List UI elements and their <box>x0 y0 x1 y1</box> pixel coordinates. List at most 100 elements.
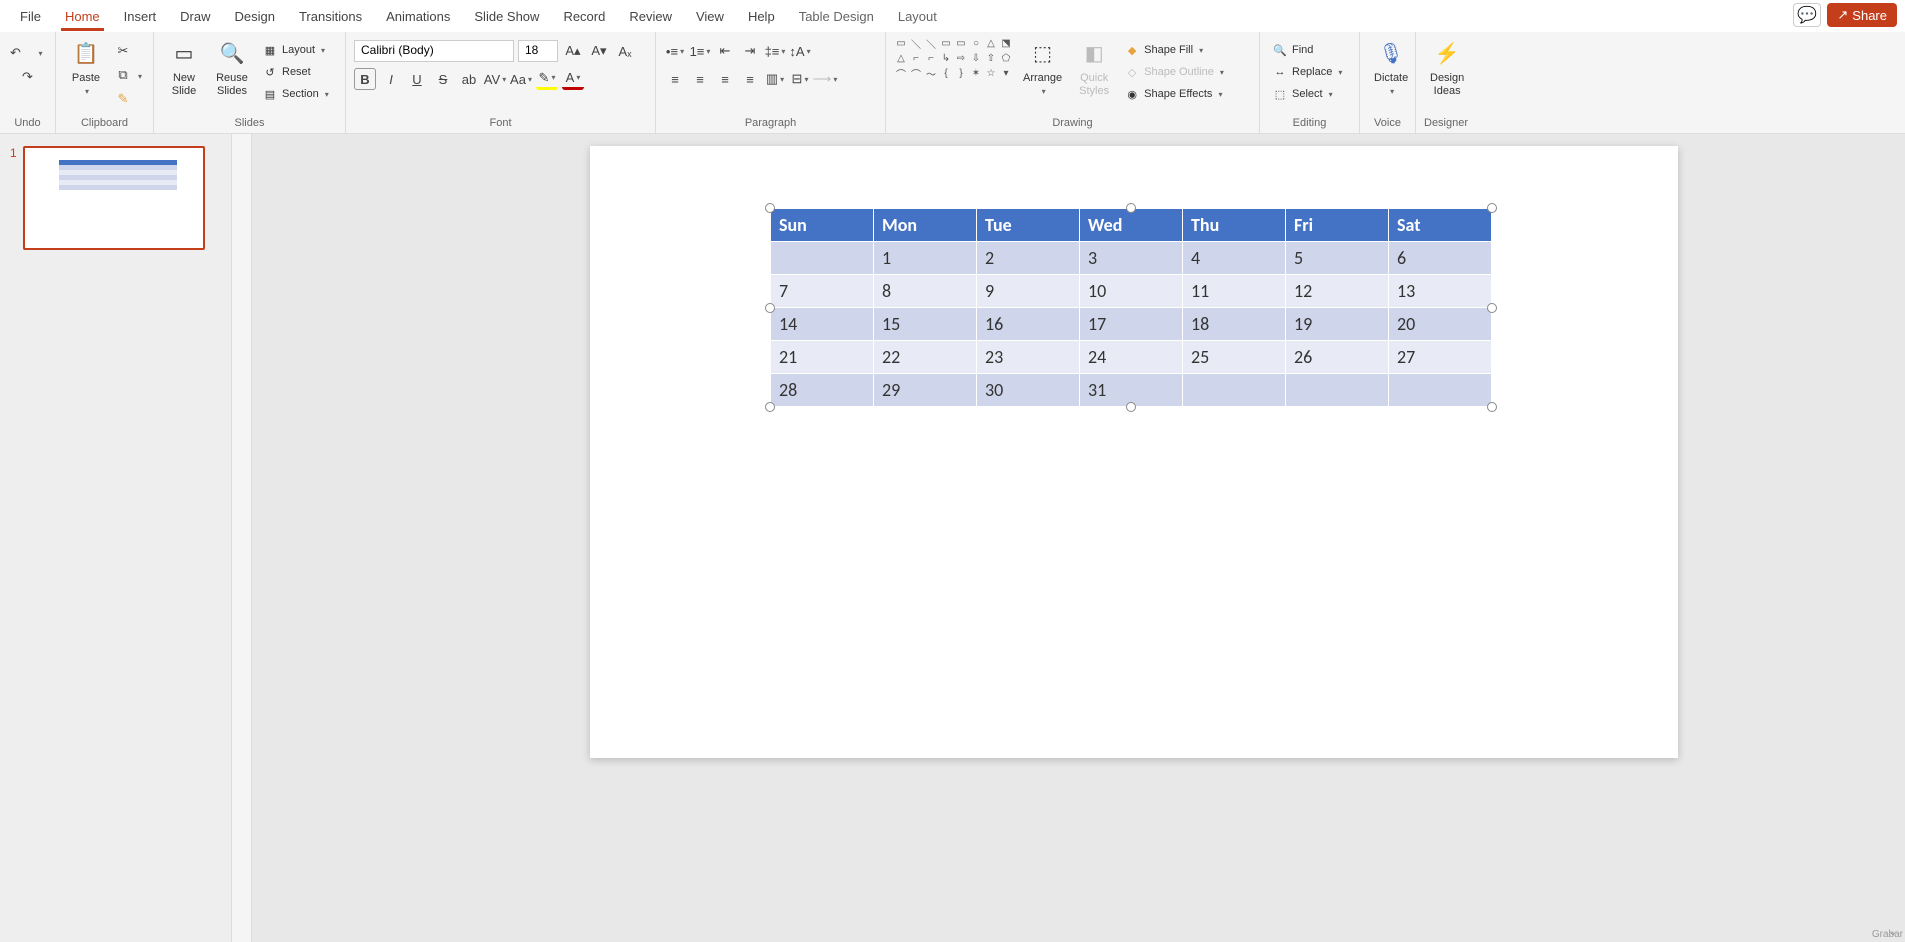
selection-handle[interactable] <box>765 303 775 313</box>
paste-button[interactable]: 📋 Paste <box>64 36 108 100</box>
copy-dropdown[interactable] <box>136 66 142 84</box>
table-header-cell[interactable]: Tue <box>977 209 1080 242</box>
smartart-button[interactable]: ⟶ <box>814 68 836 90</box>
table-cell[interactable] <box>771 242 874 275</box>
table-row[interactable]: 78910111213 <box>771 275 1492 308</box>
tab-insert[interactable]: Insert <box>112 3 169 30</box>
reuse-slides-button[interactable]: 🔍 Reuse Slides <box>210 36 254 100</box>
tab-help[interactable]: Help <box>736 3 787 30</box>
tab-file[interactable]: File <box>8 3 53 30</box>
table-cell[interactable]: 23 <box>977 341 1080 374</box>
slide[interactable]: Sun Mon Tue Wed Thu Fri Sat 123456 78910… <box>590 146 1678 758</box>
align-right-button[interactable]: ≡ <box>714 68 736 90</box>
columns-button[interactable]: ▥ <box>764 68 786 90</box>
table-cell[interactable]: 10 <box>1080 275 1183 308</box>
table-row[interactable]: 21222324252627 <box>771 341 1492 374</box>
table-cell[interactable]: 6 <box>1389 242 1492 275</box>
undo-dropdown[interactable] <box>29 42 51 64</box>
find-button[interactable]: 🔍Find <box>1268 40 1317 60</box>
tab-transitions[interactable]: Transitions <box>287 3 374 30</box>
undo-button[interactable]: ↶ <box>5 42 27 64</box>
tab-design[interactable]: Design <box>223 3 287 30</box>
comments-button[interactable]: 💬 <box>1793 3 1821 27</box>
table-cell[interactable]: 21 <box>771 341 874 374</box>
table-header-cell[interactable]: Sat <box>1389 209 1492 242</box>
shape-outline-button[interactable]: ◇Shape Outline <box>1120 62 1228 82</box>
tab-layout[interactable]: Layout <box>886 3 949 30</box>
table-header-row[interactable]: Sun Mon Tue Wed Thu Fri Sat <box>771 209 1492 242</box>
increase-indent-button[interactable]: ⇥ <box>739 40 761 62</box>
cut-button[interactable]: ✂ <box>112 40 134 62</box>
format-painter-button[interactable]: ✎ <box>112 88 134 110</box>
tab-record[interactable]: Record <box>551 3 617 30</box>
bullets-button[interactable]: •≡ <box>664 40 686 62</box>
table-cell[interactable]: 4 <box>1183 242 1286 275</box>
table-cell[interactable]: 8 <box>874 275 977 308</box>
calendar-table-selection[interactable]: Sun Mon Tue Wed Thu Fri Sat 123456 78910… <box>770 208 1492 407</box>
table-cell[interactable]: 27 <box>1389 341 1492 374</box>
table-cell[interactable]: 2 <box>977 242 1080 275</box>
selection-handle[interactable] <box>765 203 775 213</box>
table-cell[interactable]: 24 <box>1080 341 1183 374</box>
bold-button[interactable]: B <box>354 68 376 90</box>
selection-handle[interactable] <box>1487 402 1497 412</box>
selection-handle[interactable] <box>1126 203 1136 213</box>
design-ideas-button[interactable]: ⚡ Design Ideas <box>1424 36 1470 100</box>
copy-button[interactable]: ⧉ <box>112 64 134 86</box>
replace-button[interactable]: ↔Replace <box>1268 62 1346 82</box>
table-cell[interactable]: 14 <box>771 308 874 341</box>
slide-thumbnail-1[interactable] <box>23 146 205 250</box>
justify-button[interactable]: ≡ <box>739 68 761 90</box>
selection-handle[interactable] <box>1487 303 1497 313</box>
table-cell[interactable]: 3 <box>1080 242 1183 275</box>
new-slide-button[interactable]: ▭ New Slide <box>162 36 206 100</box>
table-cell[interactable]: 7 <box>771 275 874 308</box>
table-cell[interactable]: 5 <box>1286 242 1389 275</box>
layout-button[interactable]: ▦Layout <box>258 40 333 60</box>
align-center-button[interactable]: ≡ <box>689 68 711 90</box>
table-header-cell[interactable]: Wed <box>1080 209 1183 242</box>
text-direction-button[interactable]: ↕A <box>789 40 811 62</box>
table-cell[interactable]: 18 <box>1183 308 1286 341</box>
reset-button[interactable]: ↺Reset <box>258 62 333 82</box>
table-cell[interactable] <box>1286 374 1389 407</box>
slide-canvas-area[interactable]: Sun Mon Tue Wed Thu Fri Sat 123456 78910… <box>232 134 1905 942</box>
change-case-button[interactable]: Aa <box>510 68 532 90</box>
table-header-cell[interactable]: Fri <box>1286 209 1389 242</box>
shapes-gallery[interactable]: ▭＼＼▭▭○△⬔ △⌐⌐↳⇨⇩⇧⬠ ⌒⌒〜{}✶☆▾ <box>894 36 1013 80</box>
table-cell[interactable] <box>1183 374 1286 407</box>
align-text-button[interactable]: ⊟ <box>789 68 811 90</box>
table-cell[interactable]: 29 <box>874 374 977 407</box>
table-cell[interactable]: 1 <box>874 242 977 275</box>
table-cell[interactable]: 30 <box>977 374 1080 407</box>
table-cell[interactable]: 9 <box>977 275 1080 308</box>
tab-draw[interactable]: Draw <box>168 3 222 30</box>
select-button[interactable]: ⬚Select <box>1268 84 1337 104</box>
font-name-combo[interactable]: Calibri (Body) <box>354 40 514 62</box>
table-cell[interactable]: 26 <box>1286 341 1389 374</box>
table-cell[interactable]: 22 <box>874 341 977 374</box>
highlight-button[interactable]: ✎ <box>536 68 558 90</box>
table-cell[interactable]: 15 <box>874 308 977 341</box>
shadow-button[interactable]: ab <box>458 68 480 90</box>
redo-button[interactable]: ↷ <box>17 66 39 88</box>
align-left-button[interactable]: ≡ <box>664 68 686 90</box>
clear-formatting-button[interactable]: Aₓ <box>614 40 636 62</box>
char-spacing-button[interactable]: AV <box>484 68 506 90</box>
selection-handle[interactable] <box>1126 402 1136 412</box>
calendar-table[interactable]: Sun Mon Tue Wed Thu Fri Sat 123456 78910… <box>770 208 1492 407</box>
table-cell[interactable] <box>1389 374 1492 407</box>
font-color-button[interactable]: A <box>562 68 584 90</box>
table-cell[interactable]: 20 <box>1389 308 1492 341</box>
tab-view[interactable]: View <box>684 3 736 30</box>
table-row[interactable]: 123456 <box>771 242 1492 275</box>
tab-home[interactable]: Home <box>53 3 112 30</box>
line-spacing-button[interactable]: ‡≡ <box>764 40 786 62</box>
dictate-button[interactable]: 🎙 Dictate <box>1368 36 1414 100</box>
table-row[interactable]: 14151617181920 <box>771 308 1492 341</box>
selection-handle[interactable] <box>1487 203 1497 213</box>
table-cell[interactable]: 25 <box>1183 341 1286 374</box>
decrease-font-button[interactable]: A▾ <box>588 40 610 62</box>
arrange-button[interactable]: ⬚ Arrange <box>1017 36 1068 100</box>
numbering-button[interactable]: 1≡ <box>689 40 711 62</box>
